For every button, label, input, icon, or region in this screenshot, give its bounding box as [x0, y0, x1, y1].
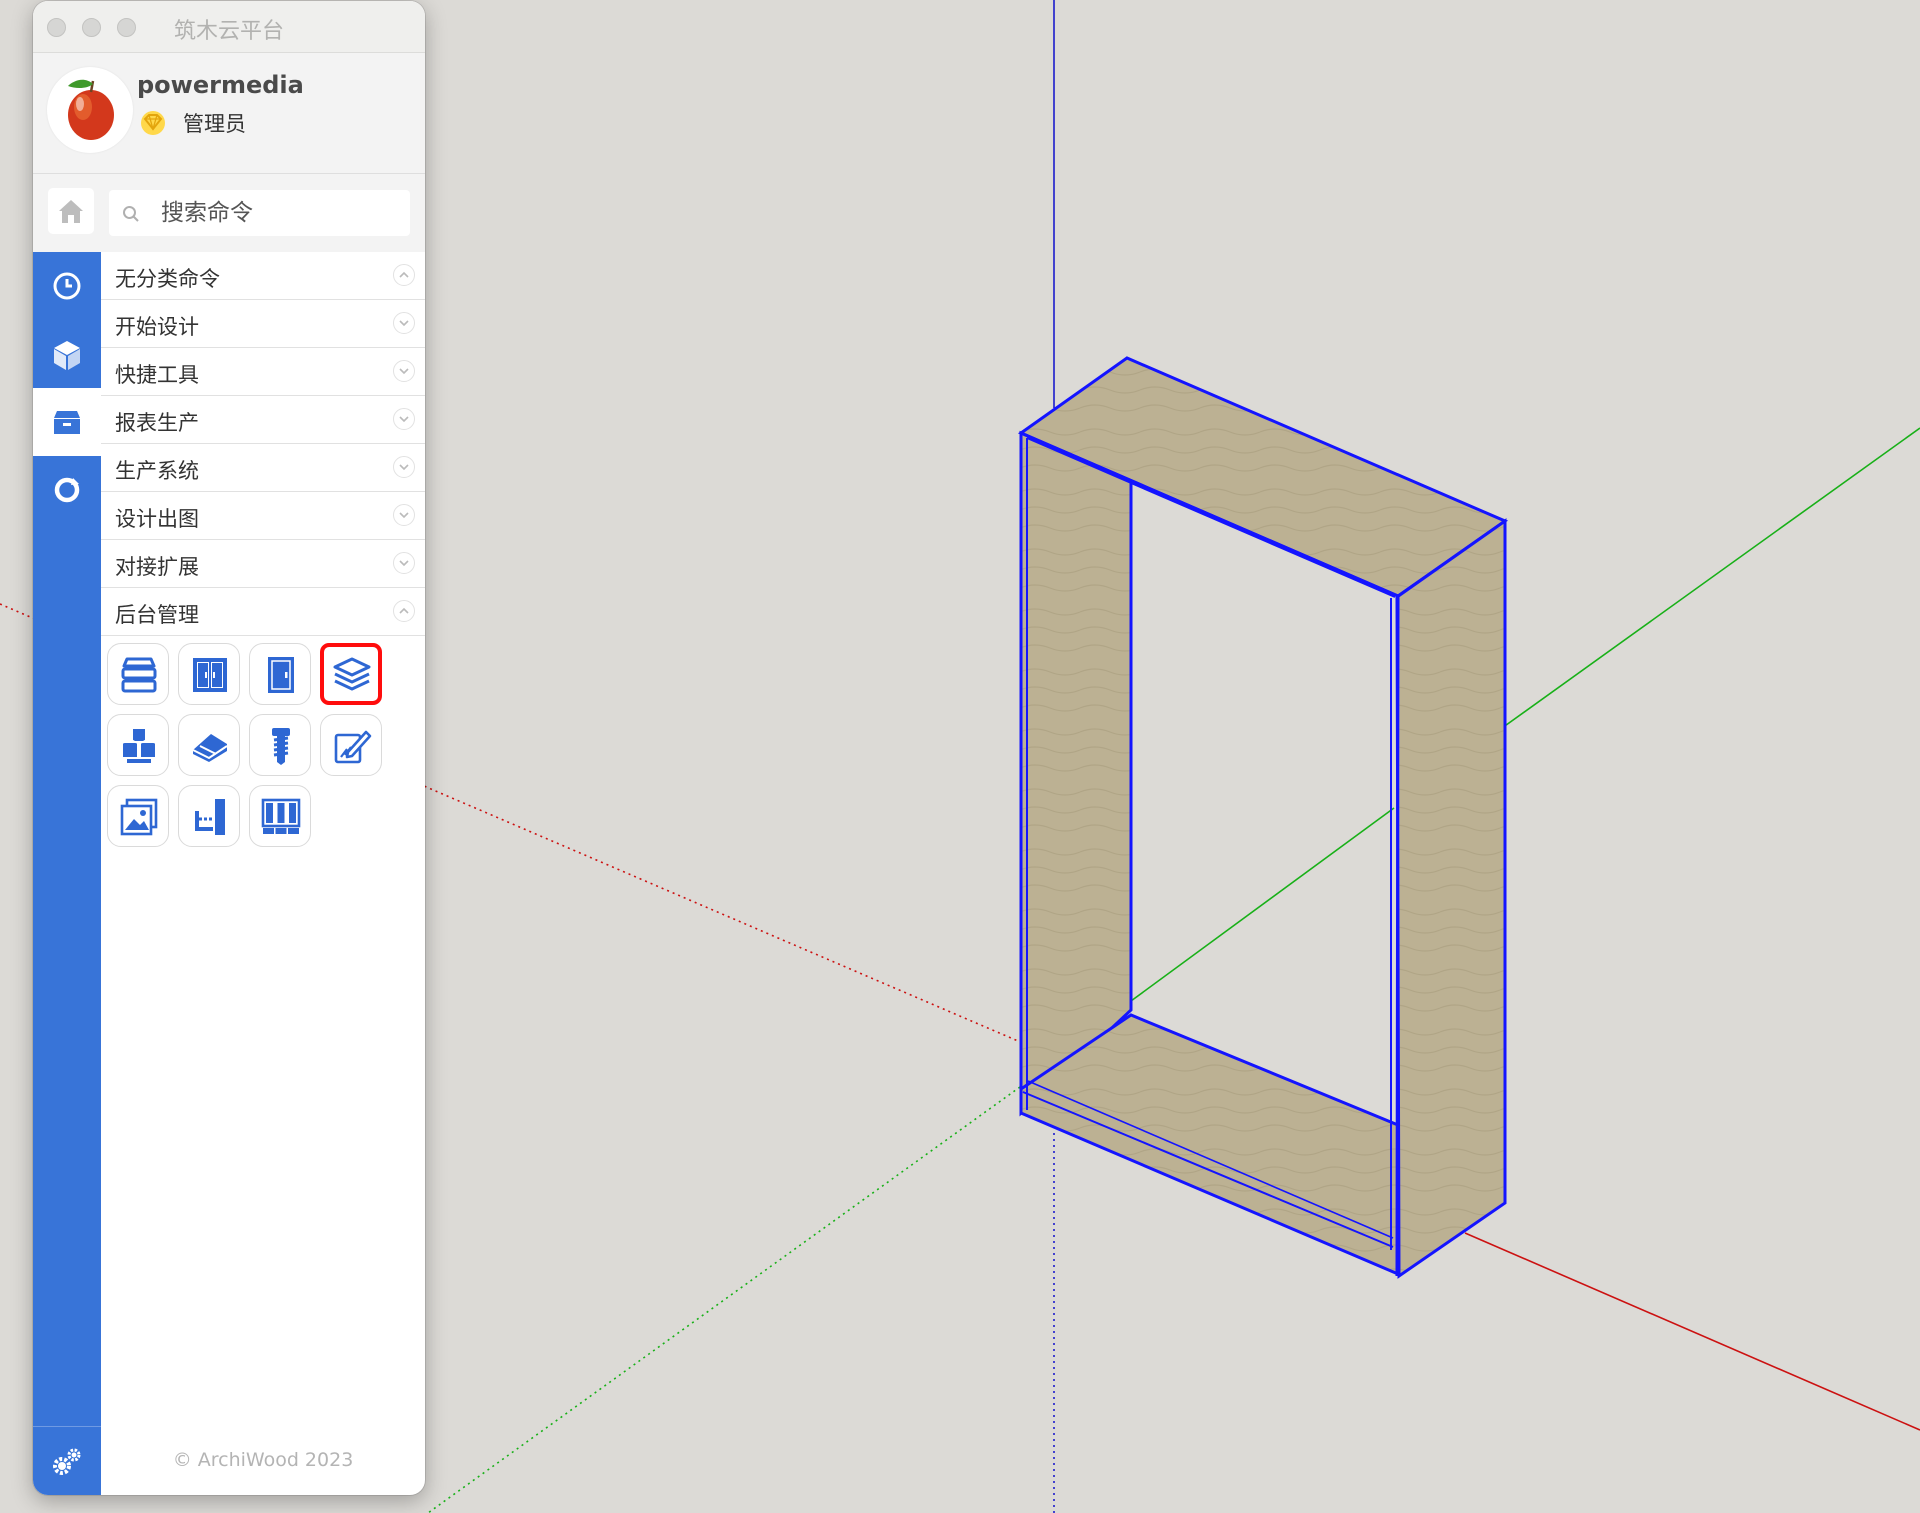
tool-panels-button[interactable] — [249, 785, 311, 847]
tool-double-door-button[interactable] — [178, 643, 240, 705]
clock-icon — [53, 272, 81, 300]
cabinet-frame-model[interactable] — [1017, 356, 1509, 1279]
layers-icon — [333, 657, 371, 691]
user-role: 管理员 — [183, 112, 246, 136]
category-label: 快捷工具 — [115, 363, 199, 387]
sidebar-item-sync[interactable] — [33, 456, 101, 524]
search-row — [33, 174, 425, 252]
double-door-cabinet-icon — [193, 658, 227, 692]
category-extensions[interactable]: 对接扩展 — [101, 540, 425, 588]
bottom-panel — [1019, 1013, 1400, 1277]
sidebar-item-commands[interactable] — [33, 388, 101, 456]
left-panel — [1019, 430, 1133, 1117]
chevron-down-icon[interactable] — [393, 504, 415, 526]
sidebar-settings[interactable] — [33, 1426, 101, 1495]
category-label: 开始设计 — [115, 315, 199, 339]
username: powermedia — [137, 71, 304, 99]
category-reports[interactable]: 报表生产 — [101, 396, 425, 444]
tool-shelves-button[interactable] — [107, 643, 169, 705]
chevron-down-icon[interactable] — [393, 408, 415, 430]
chevron-down-icon[interactable] — [393, 312, 415, 334]
tool-image-button[interactable] — [107, 785, 169, 847]
category-label: 后台管理 — [115, 603, 199, 627]
connector-icon — [195, 799, 225, 835]
category-drawings[interactable]: 设计出图 — [101, 492, 425, 540]
search-input[interactable] — [161, 190, 401, 236]
image-icon — [120, 798, 158, 836]
right-panel — [1395, 518, 1507, 1279]
category-label: 对接扩展 — [115, 555, 199, 579]
category-admin[interactable]: 后台管理 — [101, 588, 425, 636]
tool-blocks-button[interactable] — [107, 714, 169, 776]
chevron-up-icon[interactable] — [393, 264, 415, 286]
red-axis-line — [1464, 1232, 1920, 1431]
tool-eraser-button[interactable] — [178, 714, 240, 776]
tool-connector-button[interactable] — [178, 785, 240, 847]
chevron-down-icon[interactable] — [393, 552, 415, 574]
panels-icon — [261, 798, 301, 834]
user-header: powermedia 管理员 — [33, 53, 425, 174]
category-label: 报表生产 — [115, 411, 199, 435]
title-bar: 筑木云平台 — [33, 1, 425, 53]
door-icon — [268, 657, 294, 693]
category-production-system[interactable]: 生产系统 — [101, 444, 425, 492]
plugin-panel: 筑木云平台 powermedia 管理员 搜索命令 无分类命令 开始设计 快捷工… — [33, 1, 425, 1495]
diamond-badge-icon — [141, 111, 165, 135]
avatar[interactable] — [47, 67, 133, 153]
category-start-design[interactable]: 开始设计 — [101, 300, 425, 348]
green-axis-line-inside — [1130, 807, 1395, 1002]
search-icon — [123, 206, 139, 222]
screw-icon — [272, 728, 290, 765]
footer-copyright: © ArchiWood 2023 — [172, 1449, 354, 1471]
category-label: 设计出图 — [115, 507, 199, 531]
box-icon — [54, 411, 80, 434]
category-quick-tools[interactable]: 快捷工具 — [101, 348, 425, 396]
category-label: 生产系统 — [115, 459, 199, 483]
sidebar-item-models[interactable] — [33, 320, 101, 388]
search-box[interactable] — [109, 190, 410, 236]
home-button[interactable] — [48, 188, 94, 234]
category-label: 无分类命令 — [115, 267, 220, 291]
tool-edit-link-button[interactable] — [320, 714, 382, 776]
shelves-icon — [121, 657, 157, 693]
apple-icon — [68, 79, 114, 140]
chevron-down-icon[interactable] — [393, 360, 415, 382]
window-title: 筑木云平台 — [173, 19, 284, 44]
cube-icon — [54, 341, 80, 370]
sync-icon — [54, 477, 80, 503]
sidebar-item-recent[interactable] — [33, 252, 101, 320]
tool-door-button[interactable] — [249, 643, 311, 705]
green-axis-line — [1501, 427, 1920, 729]
edit-link-icon — [334, 730, 372, 764]
home-icon — [59, 200, 83, 223]
tool-layers-button[interactable] — [320, 643, 382, 705]
blocks-icon — [122, 729, 156, 763]
left-sidebar — [33, 252, 101, 1495]
green-axis-dotted — [427, 1086, 1021, 1513]
chevron-up-icon[interactable] — [393, 600, 415, 622]
chevron-down-icon[interactable] — [393, 456, 415, 478]
eraser-icon — [192, 734, 228, 762]
settings-gears-icon — [53, 1448, 81, 1475]
category-uncategorized[interactable]: 无分类命令 — [101, 252, 425, 300]
tool-screw-button[interactable] — [249, 714, 311, 776]
